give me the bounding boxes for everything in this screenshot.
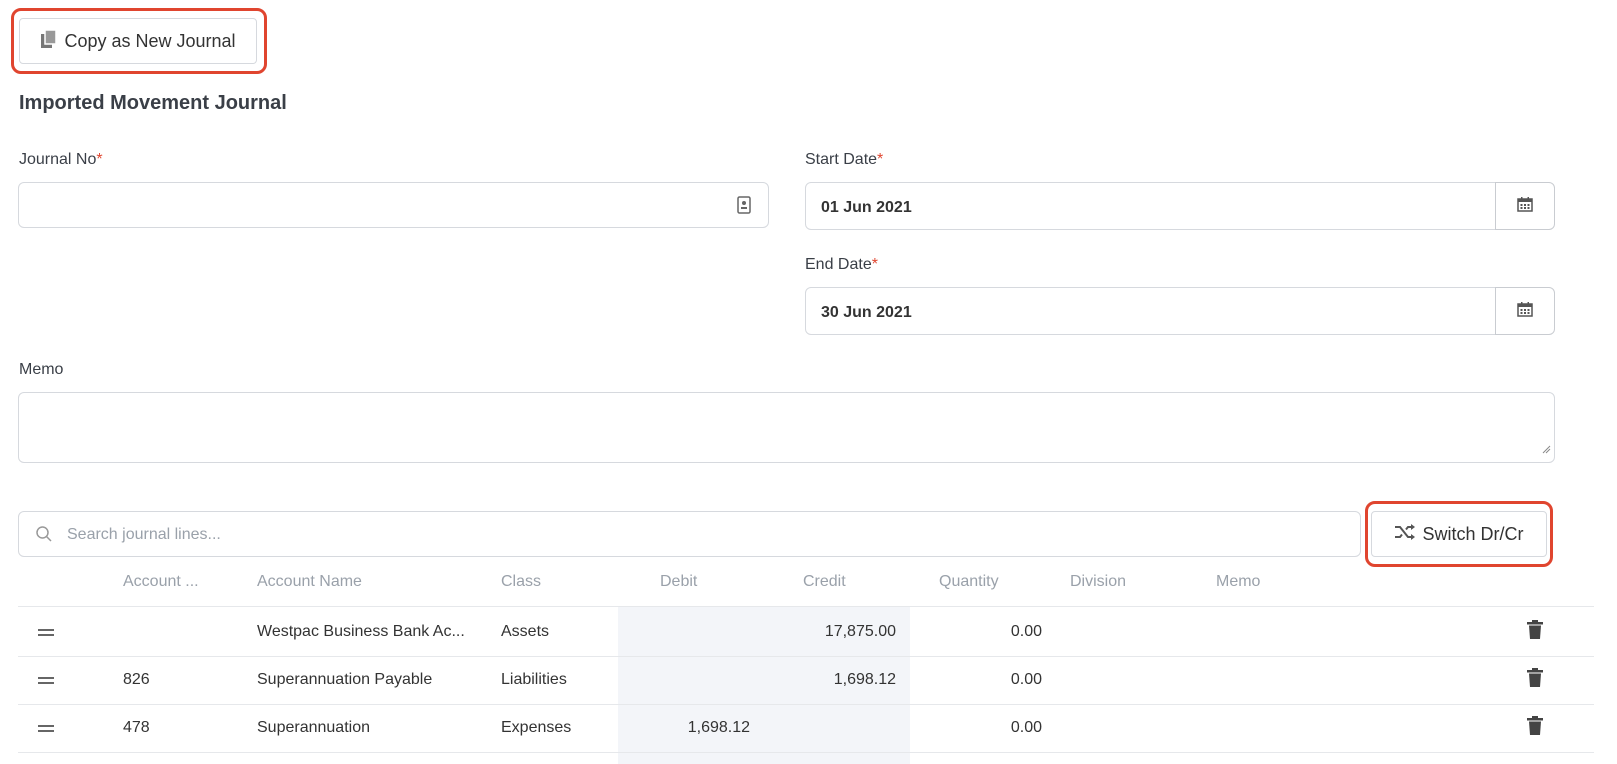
- memo-textarea[interactable]: [18, 392, 1555, 463]
- search-placeholder: Search journal lines...: [67, 526, 221, 543]
- cell-account-name: Superannuation Payable: [257, 671, 433, 688]
- header-credit[interactable]: Credit: [803, 573, 846, 591]
- switch-button-label: Switch Dr/Cr: [1422, 523, 1524, 544]
- header-account-code[interactable]: Account ...: [123, 573, 199, 591]
- cell-credit[interactable]: 1,698.12: [766, 671, 896, 689]
- cell-class: Liabilities: [501, 671, 567, 688]
- end-date-label: End Date*: [805, 256, 878, 273]
- end-date-input[interactable]: 30 Jun 2021: [805, 287, 1497, 335]
- drag-handle-icon[interactable]: [38, 725, 54, 732]
- start-date-label: Start Date*: [805, 151, 884, 168]
- memo-label: Memo: [19, 361, 64, 378]
- header-debit[interactable]: Debit: [660, 573, 697, 591]
- search-journal-lines-input[interactable]: Search journal lines...: [18, 511, 1361, 557]
- switch-dr-cr-button[interactable]: Switch Dr/Cr: [1371, 511, 1547, 557]
- cell-quantity[interactable]: 0.00: [912, 623, 1042, 641]
- start-date-value: 01 Jun 2021: [821, 199, 912, 216]
- resize-handle-icon[interactable]: [1541, 441, 1551, 459]
- cell-class: Expenses: [501, 719, 572, 736]
- trash-icon[interactable]: [1527, 716, 1543, 740]
- drag-handle-icon[interactable]: [38, 677, 54, 684]
- start-date-calendar-button[interactable]: [1495, 182, 1555, 230]
- table-row[interactable]: 478 Superannuation Expenses 1,698.12 0.0…: [18, 703, 1594, 753]
- table-row[interactable]: Westpac Business Bank Ac... Assets 17,87…: [18, 607, 1594, 657]
- header-class[interactable]: Class: [501, 573, 541, 591]
- calendar-icon: [1517, 196, 1533, 217]
- start-date-input[interactable]: 01 Jun 2021: [805, 182, 1497, 230]
- header-quantity[interactable]: Quantity: [939, 573, 999, 591]
- cell-class: Assets: [501, 623, 550, 640]
- journal-no-label: Journal No*: [19, 151, 103, 168]
- cell-credit[interactable]: 17,875.00: [766, 623, 896, 641]
- contact-card-icon: [737, 196, 751, 219]
- drag-handle-icon[interactable]: [38, 629, 54, 636]
- cell-debit[interactable]: 1,698.12: [620, 719, 750, 737]
- header-memo[interactable]: Memo: [1216, 573, 1260, 591]
- header-division[interactable]: Division: [1070, 573, 1126, 591]
- end-date-calendar-button[interactable]: [1495, 287, 1555, 335]
- shuffle-icon: [1394, 523, 1416, 545]
- page-title: Imported Movement Journal: [19, 92, 287, 114]
- cell-quantity[interactable]: 0.00: [912, 719, 1042, 737]
- table-row[interactable]: 826 Superannuation Payable Liabilities 1…: [18, 655, 1594, 705]
- copy-icon: [40, 28, 58, 54]
- search-icon: [35, 525, 53, 548]
- cell-account-code: 826: [123, 671, 150, 688]
- cell-account-name: Superannuation: [257, 719, 370, 736]
- calendar-icon: [1517, 301, 1533, 322]
- header-account-name[interactable]: Account Name: [257, 573, 362, 591]
- copy-button-label: Copy as New Journal: [64, 30, 236, 51]
- end-date-value: 30 Jun 2021: [821, 304, 912, 321]
- cell-account-code: 478: [123, 719, 150, 736]
- cell-account-name: Westpac Business Bank Ac...: [257, 623, 465, 640]
- copy-as-new-journal-button[interactable]: Copy as New Journal: [19, 18, 257, 64]
- cell-quantity[interactable]: 0.00: [912, 671, 1042, 689]
- trash-icon[interactable]: [1527, 668, 1543, 692]
- trash-icon[interactable]: [1527, 620, 1543, 644]
- journal-no-input[interactable]: [18, 182, 769, 228]
